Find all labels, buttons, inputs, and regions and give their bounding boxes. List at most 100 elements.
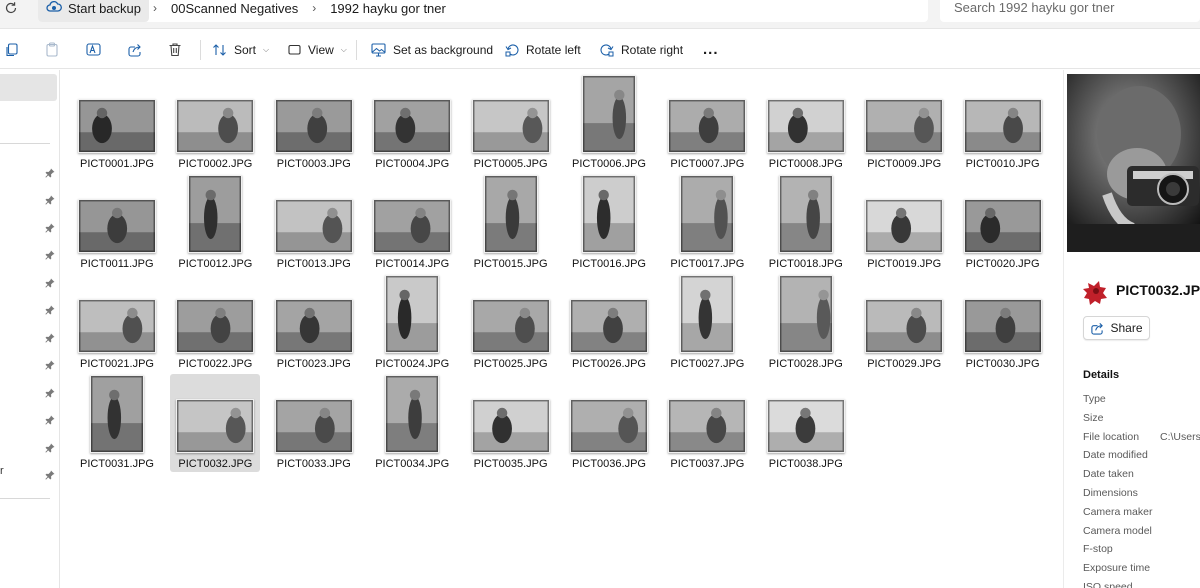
file-name: PICT0004.JPG	[375, 158, 450, 170]
photo-thumbnail	[176, 99, 255, 153]
photo-thumbnail	[274, 399, 353, 453]
breadcrumb-item-folder[interactable]: 00Scanned Negatives	[161, 1, 308, 16]
file-item[interactable]: PICT0013.JPG	[269, 174, 359, 272]
file-item[interactable]: PICT0005.JPG	[466, 74, 556, 172]
rename-icon	[86, 43, 101, 56]
breadcrumb-root[interactable]: Start backup	[38, 0, 149, 22]
rotate-right-label: Rotate right	[621, 42, 684, 57]
file-item[interactable]: PICT0022.JPG	[170, 274, 260, 372]
file-item[interactable]: PICT0012.JPG	[170, 174, 260, 272]
nav-divider	[0, 143, 50, 144]
set-as-background-button[interactable]: Set as background	[371, 30, 493, 69]
file-item[interactable]: PICT0030.JPG	[958, 274, 1048, 372]
trash-icon	[169, 43, 181, 57]
file-name: PICT0001.JPG	[80, 158, 154, 170]
file-item[interactable]: PICT0014.JPG	[367, 174, 457, 272]
file-item[interactable]: PICT0001.JPG	[72, 74, 162, 172]
photo-thumbnail	[766, 99, 845, 153]
file-item[interactable]: PICT0017.JPG	[662, 174, 752, 272]
file-item[interactable]: PICT0033.JPG	[269, 374, 359, 472]
file-item[interactable]: PICT0011.JPG	[72, 174, 162, 272]
file-item[interactable]: PICT0021.JPG	[72, 274, 162, 372]
desktop-background-icon	[371, 42, 386, 57]
rename-button[interactable]	[86, 30, 101, 69]
property-label: Camera model	[1083, 524, 1152, 537]
photo-thumbnail	[570, 399, 648, 453]
file-item[interactable]: PICT0020.JPG	[958, 174, 1048, 272]
file-item[interactable]: PICT0023.JPG	[269, 274, 359, 372]
file-name: PICT0002.JPG	[178, 158, 253, 170]
address-bar: Start backup › 00Scanned Negatives › 199…	[0, 0, 1200, 29]
chevron-right-icon[interactable]: ›	[149, 1, 161, 15]
file-name: PICT0031.JPG	[80, 458, 154, 470]
file-item[interactable]: PICT0028.JPG	[761, 274, 851, 372]
file-item[interactable]: PICT0024.JPG	[367, 274, 457, 372]
share-toolbar-button[interactable]	[127, 30, 142, 69]
nav-item-selected[interactable]	[0, 74, 57, 101]
photo-thumbnail	[78, 299, 156, 353]
file-item[interactable]: PICT0038.JPG	[761, 374, 851, 472]
file-item[interactable]: PICT0003.JPG	[269, 74, 359, 172]
view-icon	[288, 44, 301, 55]
details-section-title: Details	[1083, 369, 1120, 381]
property-value: C:\Users\	[1160, 430, 1200, 443]
share-button[interactable]: Share	[1083, 316, 1150, 340]
file-item[interactable]: PICT0007.JPG	[662, 74, 752, 172]
file-item[interactable]: PICT0031.JPG	[72, 374, 162, 472]
file-item[interactable]: PICT0037.JPG	[662, 374, 752, 472]
image-file-icon	[1082, 277, 1110, 305]
share-icon	[128, 43, 141, 57]
file-item[interactable]: PICT0009.JPG	[859, 74, 949, 172]
copy-button[interactable]	[5, 30, 19, 69]
photo-thumbnail	[865, 99, 944, 153]
file-item[interactable]: PICT0004.JPG	[367, 74, 457, 172]
breadcrumb-item-current[interactable]: 1992 hayku gor tner	[320, 1, 456, 16]
delete-button[interactable]	[168, 30, 182, 69]
file-name: PICT0008.JPG	[768, 158, 843, 170]
file-item[interactable]: PICT0036.JPG	[564, 374, 654, 472]
breadcrumb[interactable]: Start backup › 00Scanned Negatives › 199…	[38, 0, 928, 22]
file-item[interactable]: PICT0019.JPG	[859, 174, 949, 272]
file-item[interactable]: PICT0015.JPG	[466, 174, 556, 272]
chevron-right-icon[interactable]: ›	[308, 1, 320, 15]
rotate-left-button[interactable]: Rotate left	[505, 30, 581, 69]
property-label: Date modified	[1083, 449, 1148, 462]
file-item[interactable]: PICT0029.JPG	[859, 274, 949, 372]
pin-icon	[45, 275, 55, 288]
file-item[interactable]: PICT0025.JPG	[466, 274, 556, 372]
file-item[interactable]: PICT0018.JPG	[761, 174, 851, 272]
view-button[interactable]: View ⌵	[288, 30, 347, 69]
nav-item-label[interactable]: r	[0, 465, 4, 477]
photo-thumbnail	[680, 175, 735, 253]
photo-thumbnail	[668, 99, 747, 153]
paste-button[interactable]	[45, 30, 59, 69]
file-name: PICT0007.JPG	[670, 158, 745, 170]
more-options-button[interactable]: ...	[703, 30, 719, 69]
file-item[interactable]: PICT0032.JPG	[170, 374, 261, 472]
file-item[interactable]: PICT0027.JPG	[662, 274, 752, 372]
file-item[interactable]: PICT0010.JPG	[958, 74, 1048, 172]
pin-icon	[45, 440, 55, 453]
file-name: PICT0011.JPG	[80, 258, 154, 270]
file-item[interactable]: PICT0034.JPG	[367, 374, 457, 472]
refresh-icon[interactable]	[4, 1, 22, 17]
sort-button[interactable]: Sort ⌵	[212, 30, 269, 69]
file-name: PICT0038.JPG	[768, 458, 843, 470]
file-name: PICT0025.JPG	[473, 358, 548, 370]
file-item[interactable]: PICT0016.JPG	[564, 174, 654, 272]
photo-thumbnail	[373, 99, 452, 153]
photo-thumbnail	[274, 299, 353, 353]
file-item[interactable]: PICT0002.JPG	[170, 74, 260, 172]
file-item[interactable]: PICT0035.JPG	[466, 374, 556, 472]
file-item[interactable]: PICT0006.JPG	[564, 74, 654, 172]
file-item[interactable]: PICT0026.JPG	[564, 274, 654, 372]
pin-icon	[45, 357, 55, 370]
search-input[interactable]: Search 1992 hayku gor tner	[940, 0, 1200, 22]
photo-thumbnail	[188, 175, 243, 253]
rotate-right-button[interactable]: Rotate right	[600, 30, 683, 69]
pin-icon	[45, 192, 55, 205]
file-name: PICT0018.JPG	[768, 258, 843, 270]
file-item[interactable]: PICT0008.JPG	[761, 74, 851, 172]
property-label: ISO speed	[1083, 581, 1133, 588]
property-label: Exposure time	[1083, 562, 1151, 575]
